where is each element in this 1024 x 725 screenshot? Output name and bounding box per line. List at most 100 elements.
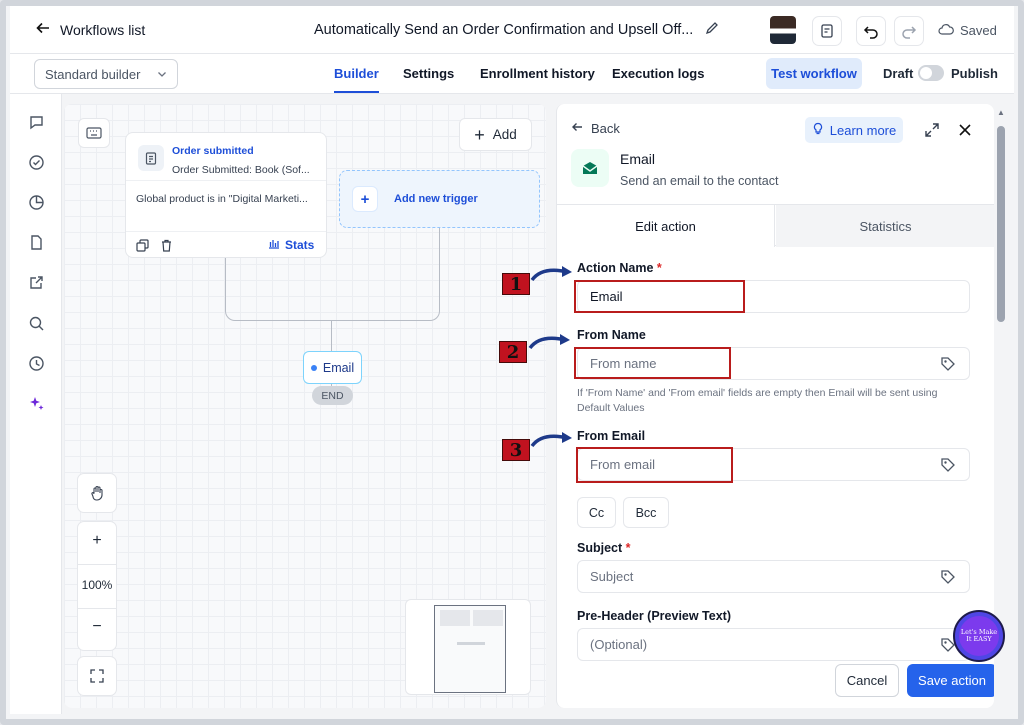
plus-icon: + (474, 124, 485, 145)
back-button[interactable]: Back (571, 121, 620, 136)
preheader-input[interactable]: (Optional) (577, 628, 970, 661)
workflow-title: Automatically Send an Order Confirmation… (314, 21, 719, 39)
from-name-label: From Name (577, 328, 646, 342)
publish-label: Publish (951, 66, 998, 81)
divider (126, 180, 326, 181)
scroll-up-icon[interactable]: ▲ (997, 108, 1005, 117)
sparkle-icon[interactable] (26, 393, 46, 413)
from-email-label: From Email (577, 429, 646, 443)
saved-label: Saved (960, 23, 997, 38)
panel-tabs: Edit action Statistics (557, 204, 994, 247)
divider (78, 564, 116, 565)
avatar[interactable] (770, 16, 796, 44)
copy-icon[interactable] (136, 239, 149, 255)
pencil-icon[interactable] (705, 21, 719, 39)
builder-mode-select[interactable]: Standard builder (34, 59, 178, 89)
undo-icon[interactable] (856, 16, 886, 46)
search-icon[interactable] (26, 313, 46, 333)
workflow-title-text: Automatically Send an Order Confirmation… (314, 22, 694, 38)
annotation-highlight (574, 280, 745, 313)
subject-label-text: Subject (577, 541, 623, 555)
external-link-icon[interactable] (26, 272, 46, 292)
preheader-label: Pre-Header (Preview Text) (577, 609, 731, 623)
back-label: Back (591, 121, 620, 136)
keyboard-icon[interactable] (78, 118, 110, 148)
minimap[interactable] (405, 599, 531, 695)
add-new-trigger-button[interactable]: + Add new trigger (339, 170, 540, 228)
status-dot (310, 364, 317, 371)
annotation-number: 1 (502, 273, 530, 295)
pie-chart-icon[interactable] (26, 192, 46, 212)
checklist-icon[interactable] (812, 16, 842, 46)
file-icon[interactable] (26, 232, 46, 252)
zoom-controls: + 100% − (77, 521, 117, 651)
scroll-thumb[interactable] (997, 126, 1005, 322)
check-circle-icon[interactable] (26, 152, 46, 172)
cancel-button[interactable]: Cancel (835, 664, 899, 697)
publish-toggle[interactable] (918, 65, 944, 81)
draft-label: Draft (883, 66, 914, 81)
brand-badge: Let's Make It EASY (953, 610, 1005, 662)
hand-tool-icon[interactable] (77, 473, 117, 513)
tag-icon[interactable] (939, 355, 957, 373)
add-trigger-label: Add new trigger (394, 193, 478, 205)
trigger-card[interactable]: Order submitted Order Submitted: Book (S… (125, 132, 327, 258)
learn-more-label: Learn more (829, 122, 897, 138)
end-marker: END (312, 386, 353, 405)
bcc-button[interactable]: Bcc (623, 497, 669, 528)
saved-status: Saved (938, 23, 997, 38)
redo-icon[interactable] (894, 16, 924, 46)
tab-enrollment-history[interactable]: Enrollment history (480, 66, 595, 81)
minimap-node (440, 610, 470, 626)
tag-icon[interactable] (939, 456, 957, 474)
tag-icon[interactable] (939, 568, 957, 586)
stats-link[interactable]: Stats (268, 238, 314, 252)
chat-icon[interactable] (26, 112, 46, 132)
tab-settings[interactable]: Settings (403, 66, 454, 81)
zoom-level: 100% (81, 578, 113, 592)
chevron-down-icon (157, 67, 167, 81)
zoom-in-button[interactable]: + (78, 532, 116, 550)
fit-view-icon[interactable] (77, 656, 117, 696)
connector-line (331, 228, 440, 321)
workflows-list-link[interactable]: Workflows list (36, 21, 145, 38)
learn-more-button[interactable]: Learn more (805, 117, 903, 143)
subject-label: Subject * (577, 541, 631, 555)
stats-label: Stats (285, 238, 315, 252)
bar-chart-icon (268, 238, 280, 252)
annotation-highlight (576, 447, 733, 483)
left-rail (10, 94, 62, 714)
brand-badge-text: Let's Make It EASY (959, 616, 999, 656)
email-action-node[interactable]: Email (303, 351, 362, 384)
trash-icon[interactable] (160, 239, 173, 255)
divider (78, 608, 116, 609)
action-name-label-text: Action Name (577, 261, 654, 275)
tab-edit-action[interactable]: Edit action (557, 205, 775, 247)
tab-statistics[interactable]: Statistics (776, 205, 994, 247)
minimap-node (473, 610, 503, 626)
from-hint: If 'From Name' and 'From email' fields a… (577, 387, 938, 414)
tab-execution-logs[interactable]: Execution logs (612, 66, 704, 81)
history-icon[interactable] (26, 353, 46, 373)
annotation-highlight (574, 347, 731, 379)
add-label: Add (492, 127, 517, 142)
divider (126, 231, 326, 232)
close-icon[interactable] (954, 119, 976, 141)
test-workflow-button[interactable]: Test workflow (766, 58, 862, 89)
subject-input[interactable]: Subject (577, 560, 970, 593)
tab-builder[interactable]: Builder (334, 66, 379, 93)
clipboard-icon (138, 145, 164, 171)
action-panel: Back Learn more Email Send an email to t… (556, 104, 994, 708)
action-title: Email (620, 151, 656, 167)
cc-button[interactable]: Cc (577, 497, 616, 528)
trigger-title: Order submitted (172, 145, 254, 157)
add-button[interactable]: + Add (459, 118, 532, 151)
workflows-list-label: Workflows list (60, 21, 146, 38)
save-action-button[interactable]: Save action (907, 664, 994, 697)
plus-icon: + (352, 186, 378, 212)
expand-icon[interactable] (921, 119, 943, 141)
required-mark: * (625, 541, 631, 555)
cloud-icon (938, 23, 954, 38)
zoom-out-button[interactable]: − (78, 618, 116, 636)
required-mark: * (656, 261, 662, 275)
